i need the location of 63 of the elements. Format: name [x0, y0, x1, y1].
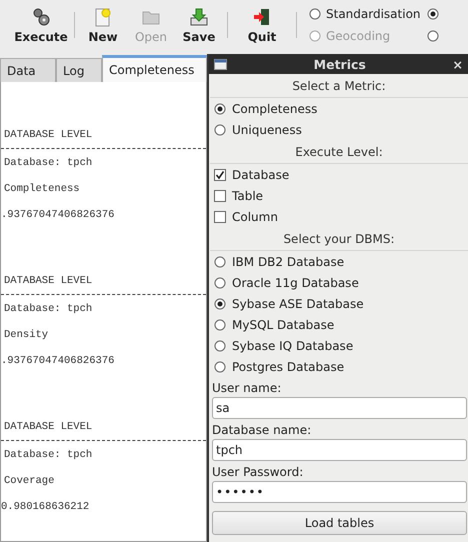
- radio-button[interactable]: [214, 360, 226, 372]
- radio-button[interactable]: [214, 124, 226, 136]
- input-field[interactable]: sa: [212, 397, 467, 419]
- section-heading: Select your DBMS:: [210, 229, 468, 251]
- log-line: Completeness: [3, 182, 81, 197]
- toolbar-button[interactable]: Save: [175, 6, 223, 44]
- option-label: Table: [232, 188, 264, 202]
- new-document-icon: [93, 6, 113, 26]
- option-label: IBM DB2 Database: [232, 254, 344, 268]
- option-label: Postgres Database: [232, 360, 344, 374]
- log-line: DATABASE LEVEL: [3, 274, 94, 289]
- option-label: Sybase ASE Database: [232, 296, 364, 310]
- checkbox[interactable]: [214, 168, 226, 180]
- log-line: DATABASE LEVEL: [3, 128, 94, 143]
- log-line: Density: [3, 328, 50, 343]
- gears-icon: [31, 6, 51, 26]
- close-button[interactable]: ×: [452, 56, 463, 72]
- option-label: Column: [232, 210, 278, 224]
- log-line: 0.980168636212: [1, 500, 90, 515]
- radio-button[interactable]: [426, 30, 439, 42]
- section-heading: Execute Level:: [210, 142, 468, 164]
- field-label: User Password:: [211, 464, 304, 481]
- radio-button[interactable]: [214, 298, 226, 310]
- option-label: Database: [232, 168, 290, 182]
- window-title: Metrics: [312, 56, 367, 72]
- radio-button[interactable]: [214, 318, 226, 330]
- load-tables-button[interactable]: Load tables: [212, 511, 467, 535]
- toolbar-button[interactable]: Quit: [232, 6, 292, 44]
- log-line: Coverage: [3, 474, 56, 489]
- tab[interactable]: Data: [0, 58, 56, 82]
- log-line: .93767047406826376: [1, 208, 116, 223]
- field-label: Database name:: [211, 422, 312, 439]
- option-label: Completeness: [232, 102, 318, 116]
- option-label: Oracle 11g Database: [232, 276, 359, 290]
- section-heading: Select a Metric:: [210, 76, 468, 98]
- option-label: Sybase IQ Database: [232, 338, 354, 352]
- radio-button[interactable]: [426, 8, 439, 20]
- radio-button[interactable]: [214, 256, 226, 268]
- log-line: DATABASE LEVEL: [3, 420, 94, 435]
- radio-button[interactable]: [214, 276, 226, 288]
- option-label: Geocoding: [326, 29, 390, 43]
- input-field[interactable]: tpch: [212, 439, 467, 461]
- log-line: .93767047406826376: [1, 354, 116, 369]
- radio-button[interactable]: [214, 102, 226, 114]
- exit-door-icon: [252, 6, 272, 26]
- option-label: MySQL Database: [232, 318, 334, 332]
- log-line: Database: tpch: [3, 448, 94, 463]
- tab[interactable]: Log: [56, 58, 102, 82]
- option-label: Standardisation: [326, 7, 421, 21]
- input-field[interactable]: ••••••: [212, 481, 467, 503]
- field-label: User name:: [211, 380, 282, 397]
- option-label: Uniqueness: [232, 122, 302, 136]
- toolbar-button[interactable]: New: [79, 6, 127, 44]
- checkbox[interactable]: [214, 190, 226, 202]
- log-line: Database: tpch: [3, 156, 94, 171]
- radio-button[interactable]: [309, 8, 321, 20]
- download-arrow-icon: [189, 6, 209, 26]
- checkbox[interactable]: [214, 210, 226, 222]
- radio-button[interactable]: [214, 340, 226, 352]
- toolbar-button[interactable]: Execute: [12, 6, 70, 44]
- window-icon: [214, 58, 227, 70]
- tab[interactable]: Completeness: [102, 55, 207, 82]
- log-line: Database: tpch: [3, 302, 94, 317]
